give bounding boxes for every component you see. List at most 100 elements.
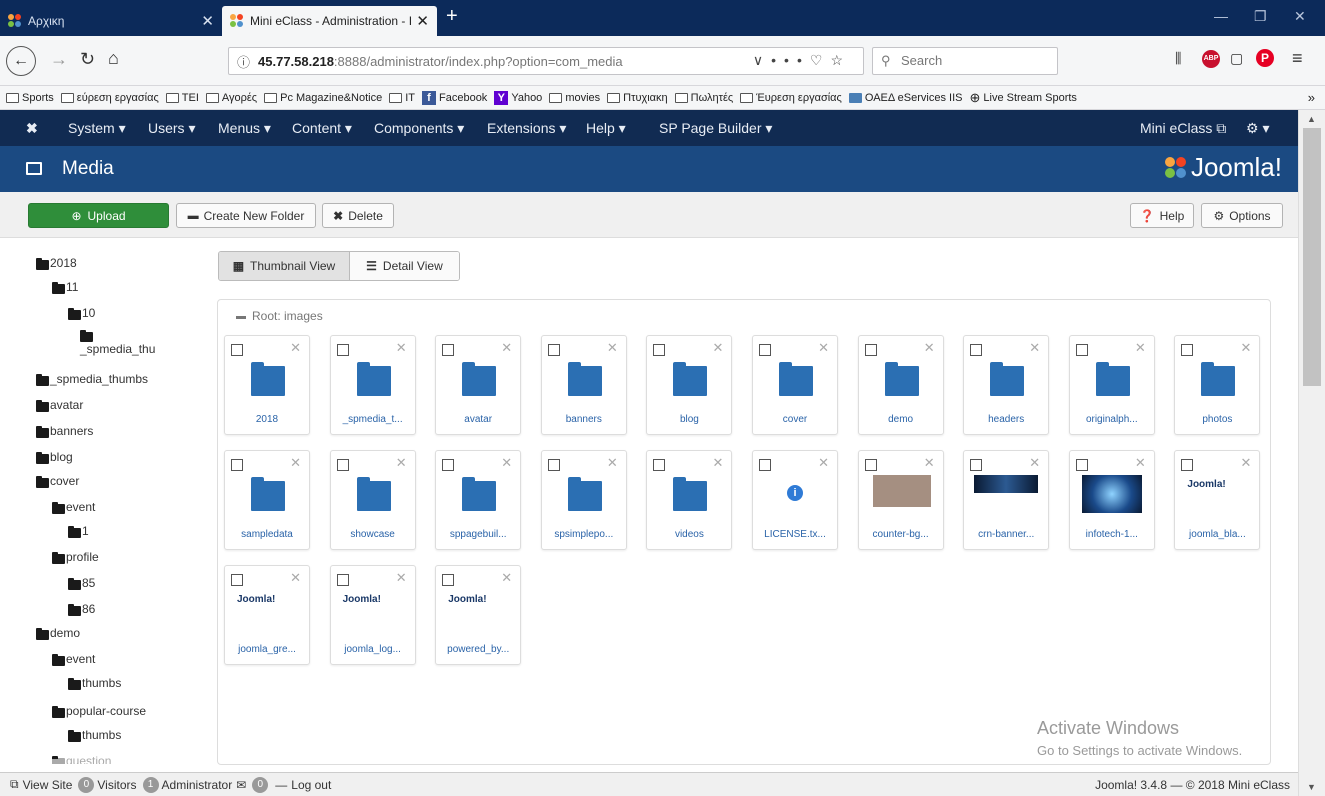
delete-item-icon[interactable]: ✕: [1029, 455, 1040, 471]
tree-item[interactable]: thumbs: [68, 676, 121, 690]
media-item[interactable]: ✕ Joomla! joomla_bla...: [1174, 450, 1261, 550]
bookmark-star-icon[interactable]: ☆: [830, 52, 851, 68]
media-item[interactable]: ✕ crn-banner...: [963, 450, 1050, 550]
delete-item-icon[interactable]: ✕: [396, 340, 407, 356]
tree-item[interactable]: popular-course: [52, 704, 146, 718]
media-item[interactable]: ✕ _spmedia_t...: [329, 335, 416, 435]
delete-item-icon[interactable]: ✕: [712, 340, 723, 356]
bookmark-oaed[interactable]: ΟΑΕΔ eServices IIS: [848, 92, 962, 104]
media-item[interactable]: ✕ headers: [963, 335, 1050, 435]
bookmark-sports[interactable]: Sports: [6, 92, 54, 104]
bookmark-folder[interactable]: Αγορές: [205, 92, 257, 104]
media-item[interactable]: ✕ 2018: [224, 335, 310, 435]
bookmark-folder[interactable]: Πτυχιακη: [607, 92, 668, 104]
adblock-icon[interactable]: ABP: [1202, 50, 1220, 68]
menu-users[interactable]: Users ▾: [148, 120, 195, 137]
select-checkbox[interactable]: [547, 459, 560, 471]
tree-item[interactable]: profile: [52, 550, 99, 564]
select-checkbox[interactable]: [442, 459, 455, 471]
bookmark-folder[interactable]: movies: [549, 92, 600, 104]
delete-item-icon[interactable]: ✕: [607, 340, 618, 356]
select-checkbox[interactable]: [759, 344, 771, 356]
select-checkbox[interactable]: [970, 459, 983, 471]
back-icon[interactable]: ←: [6, 46, 36, 76]
window-close-icon[interactable]: ✕: [1294, 8, 1306, 25]
select-checkbox[interactable]: [231, 459, 243, 471]
page-scrollbar[interactable]: ▲ ▼: [1298, 110, 1325, 796]
delete-item-icon[interactable]: ✕: [396, 570, 407, 586]
restore-icon[interactable]: ❐: [1254, 8, 1267, 25]
delete-item-icon[interactable]: ✕: [290, 340, 301, 356]
delete-item-icon[interactable]: ✕: [396, 455, 407, 471]
tree-item[interactable]: demo: [36, 626, 80, 640]
select-checkbox[interactable]: [864, 344, 877, 356]
tree-item[interactable]: 10: [68, 306, 95, 320]
select-checkbox[interactable]: [547, 344, 560, 356]
view-site-link[interactable]: View Site: [23, 778, 73, 792]
upload-button[interactable]: ⊕ Upload: [28, 203, 169, 228]
select-checkbox[interactable]: [1181, 459, 1194, 471]
chevron-down-icon[interactable]: ∨: [753, 52, 771, 68]
media-item[interactable]: ✕ infotech-1...: [1068, 450, 1155, 550]
bookmark-folder[interactable]: Pc Magazine&Notice: [264, 92, 382, 104]
delete-item-icon[interactable]: ✕: [1135, 455, 1146, 471]
delete-item-icon[interactable]: ✕: [712, 455, 723, 471]
sidebar-icon[interactable]: ▢: [1230, 50, 1243, 67]
menu-help[interactable]: Help ▾: [586, 120, 626, 137]
media-item[interactable]: ✕ Joomla! joomla_log...: [329, 565, 416, 665]
media-item[interactable]: ✕ banners: [540, 335, 627, 435]
tree-item[interactable]: _spmedia_thu: [80, 330, 155, 356]
scroll-down-icon[interactable]: ▼: [1307, 782, 1316, 792]
tree-item[interactable]: question: [52, 754, 111, 764]
menu-sp-page-builder[interactable]: SP Page Builder ▾: [659, 120, 772, 137]
tree-item[interactable]: avatar: [36, 398, 83, 412]
media-item[interactable]: ✕ blog: [646, 335, 733, 435]
pocket-icon[interactable]: ♡: [810, 52, 831, 68]
close-tab-icon[interactable]: ✕: [416, 12, 429, 30]
tree-item[interactable]: 85: [68, 576, 95, 590]
select-checkbox[interactable]: [442, 344, 455, 356]
tree-item[interactable]: _spmedia_thumbs: [36, 372, 148, 386]
select-checkbox[interactable]: [231, 574, 243, 586]
media-item[interactable]: ✕ spsimplepo...: [540, 450, 627, 550]
tree-item[interactable]: thumbs: [68, 728, 121, 742]
media-item[interactable]: ✕ Joomla! joomla_gre...: [224, 565, 310, 665]
media-item[interactable]: ✕ i LICENSE.tx...: [752, 450, 838, 550]
select-checkbox[interactable]: [336, 344, 349, 356]
more-bookmarks-icon[interactable]: »: [1308, 90, 1315, 105]
tree-item[interactable]: banners: [36, 424, 93, 438]
tab-mini-eclass[interactable]: Mini eClass - Administration - I ✕: [222, 6, 437, 36]
select-checkbox[interactable]: [970, 344, 983, 356]
bookmark-folder[interactable]: εύρεση εργασίας: [60, 92, 159, 104]
menu-components[interactable]: Components ▾: [374, 120, 464, 137]
tree-item[interactable]: 86: [68, 602, 95, 616]
library-icon[interactable]: ⫼: [1175, 50, 1181, 67]
logout-link[interactable]: Log out: [291, 778, 331, 792]
delete-item-icon[interactable]: ✕: [924, 340, 935, 356]
bookmark-folder[interactable]: IT: [389, 92, 415, 104]
joomla-menu-icon[interactable]: ✖: [26, 120, 38, 137]
media-item[interactable]: ✕ Joomla! powered_by...: [435, 565, 522, 665]
options-button[interactable]: ⚙ Options: [1201, 203, 1283, 228]
home-icon[interactable]: ⌂: [108, 48, 119, 69]
delete-item-icon[interactable]: ✕: [1240, 340, 1251, 356]
reload-icon[interactable]: ↻: [80, 49, 95, 70]
media-item[interactable]: ✕ showcase: [329, 450, 416, 550]
select-checkbox[interactable]: [336, 574, 349, 586]
select-checkbox[interactable]: [1181, 344, 1194, 356]
select-checkbox[interactable]: [231, 344, 243, 356]
pinterest-icon[interactable]: P: [1256, 49, 1274, 67]
select-checkbox[interactable]: [653, 344, 666, 356]
select-checkbox[interactable]: [759, 459, 771, 471]
bookmark-facebook[interactable]: f Facebook: [422, 90, 487, 105]
bookmark-folder[interactable]: Έυρεση εργασίας: [740, 92, 842, 104]
delete-item-icon[interactable]: ✕: [290, 455, 301, 471]
menu-menus[interactable]: Menus ▾: [218, 120, 271, 137]
new-tab-icon[interactable]: +: [446, 5, 458, 28]
delete-button[interactable]: ✖ Delete: [322, 203, 394, 228]
delete-item-icon[interactable]: ✕: [818, 340, 829, 356]
select-checkbox[interactable]: [1075, 344, 1088, 356]
bookmark-live-stream[interactable]: ⊕ Live Stream Sports: [969, 90, 1076, 106]
scroll-up-icon[interactable]: ▲: [1307, 114, 1316, 124]
settings-gear-icon[interactable]: ⚙ ▾: [1246, 120, 1269, 137]
